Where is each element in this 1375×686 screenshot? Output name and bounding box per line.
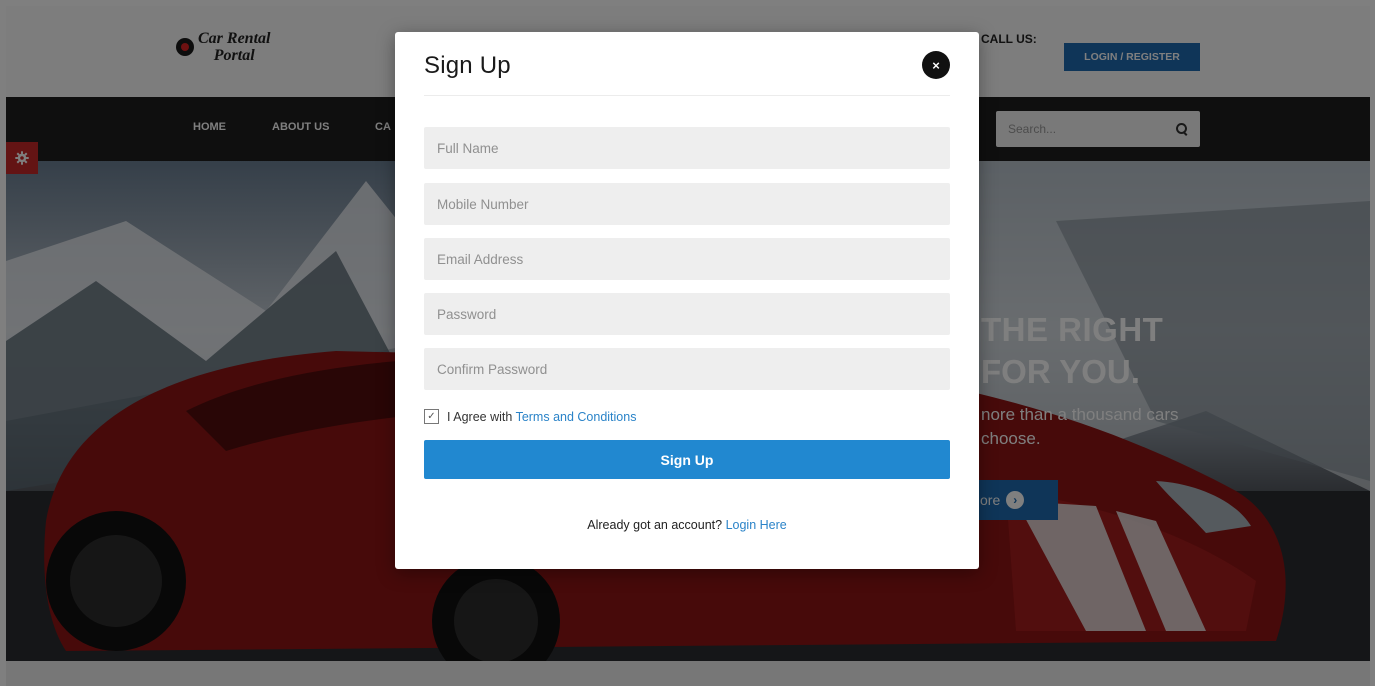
check-icon: ✓ [427, 411, 436, 422]
modal-title: Sign Up [424, 52, 511, 79]
confirm-password-input[interactable] [424, 348, 950, 390]
terms-checkbox[interactable]: ✓ [424, 409, 439, 424]
password-input[interactable] [424, 293, 950, 335]
terms-link[interactable]: Terms and Conditions [516, 410, 637, 424]
terms-prefix: I Agree with [447, 409, 516, 424]
sign-up-button[interactable]: Sign Up [424, 440, 950, 479]
email-address-input[interactable] [424, 238, 950, 280]
close-button[interactable]: × [922, 51, 950, 79]
modal-divider [424, 95, 950, 96]
login-prompt: Already got an account? Login Here [395, 518, 979, 532]
full-name-input[interactable] [424, 127, 950, 169]
signup-modal: Sign Up × ✓ I Agree with Terms and Condi… [395, 32, 979, 569]
close-icon: × [932, 57, 940, 73]
login-here-link[interactable]: Login Here [726, 518, 787, 532]
terms-agreement: ✓ I Agree with Terms and Conditions [424, 409, 636, 424]
mobile-number-input[interactable] [424, 183, 950, 225]
login-prompt-text: Already got an account? [587, 518, 726, 532]
